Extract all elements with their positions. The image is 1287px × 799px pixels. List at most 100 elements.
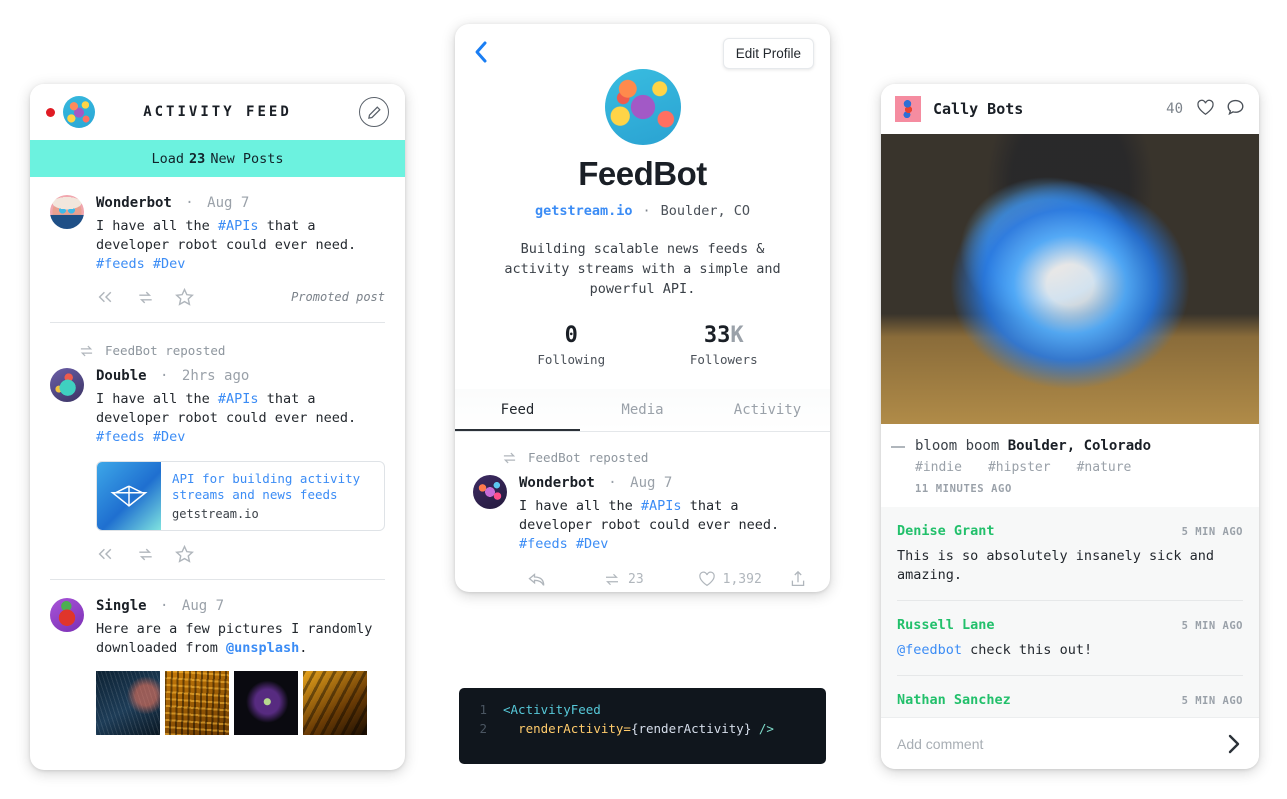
code-content: renderActivity={renderActivity} /> <box>503 719 774 738</box>
list-item[interactable]: Wonderbot · Aug 7 I have all the #APIs t… <box>30 177 405 310</box>
repost-banner: FeedBot reposted <box>78 343 385 358</box>
hashtag[interactable]: #APIs <box>641 498 682 514</box>
caption-location: Boulder, Colorado <box>1007 438 1152 454</box>
hashtag[interactable]: #Dev <box>153 429 186 445</box>
hashtag[interactable]: #feeds <box>519 536 568 552</box>
hashtag[interactable]: #APIs <box>218 391 259 407</box>
like-count: 1,392 <box>722 571 762 587</box>
hashtag[interactable]: #indie <box>915 460 962 475</box>
profile-stats: 0 Following 33K Followers <box>455 323 830 367</box>
hashtag[interactable]: #hipster <box>988 460 1051 475</box>
share-button[interactable] <box>790 570 806 588</box>
send-comment-button[interactable] <box>1225 732 1243 756</box>
hashtag[interactable]: #feeds <box>96 256 145 272</box>
repost-icon <box>139 291 152 303</box>
avatar[interactable] <box>473 475 507 509</box>
hashtag[interactable]: #APIs <box>218 218 259 234</box>
post-time: Aug 7 <box>207 195 250 211</box>
profile-bio: Building scalable news feeds & activity … <box>504 241 781 297</box>
hashtag[interactable]: #feeds <box>96 429 145 445</box>
post-text: I have all the #APIs that a developer ro… <box>96 217 385 274</box>
post-text-part: I have all the <box>519 498 641 514</box>
compose-button[interactable] <box>359 97 389 127</box>
comment-time: 5 MIN AGO <box>1181 620 1243 632</box>
profile-location: Boulder, CO <box>660 203 751 219</box>
edit-profile-button[interactable]: Edit Profile <box>722 38 814 69</box>
list-item[interactable]: FeedBot reposted Double · 2hrs ago I hav… <box>30 323 405 567</box>
avatar[interactable] <box>50 195 84 229</box>
link-preview-card[interactable]: API for building activity streams and ne… <box>96 461 385 531</box>
photo-thumbnail[interactable] <box>234 671 298 735</box>
photo-image[interactable] <box>881 134 1259 424</box>
tab-activity[interactable]: Activity <box>705 389 830 431</box>
tab-feed[interactable]: Feed <box>455 389 580 431</box>
profile-subtitle: getstream.io · Boulder, CO <box>455 203 830 219</box>
mention[interactable]: @feedbot <box>897 642 962 658</box>
reply-button[interactable] <box>527 571 547 588</box>
new-post-count: 23 <box>189 150 206 167</box>
link-thumbnail <box>97 462 161 530</box>
post-text: I have all the #APIs that a developer ro… <box>96 390 385 447</box>
photo-thumbnail[interactable] <box>303 671 367 735</box>
favorite-button[interactable] <box>175 288 194 306</box>
stat-following[interactable]: 0 Following <box>455 323 648 367</box>
mention[interactable]: @unsplash <box>226 640 299 656</box>
star-icon <box>175 288 194 306</box>
avatar[interactable] <box>50 598 84 632</box>
repost-icon <box>606 573 618 585</box>
like-button[interactable] <box>1196 99 1215 120</box>
code-line: 1 <ActivityFeed <box>459 700 826 719</box>
star-icon <box>175 545 194 563</box>
comment-list[interactable]: Denise Grant 5 MIN AGO This is so absolu… <box>881 507 1259 737</box>
repost-button[interactable] <box>136 289 155 306</box>
caption-plain: bloom boom <box>915 438 1008 454</box>
profile-feed: FeedBot reposted Wonderbot · Aug 7 I hav… <box>455 432 830 588</box>
photo-header: Cally Bots 40 <box>881 84 1259 134</box>
avatar[interactable] <box>63 96 95 128</box>
line-number: 2 <box>479 721 487 736</box>
photo-thumbnail[interactable] <box>165 671 229 735</box>
line-number: 1 <box>479 702 487 717</box>
screenshot-root: ACTIVITY FEED Load 23 New Posts Wonderbo… <box>0 0 1287 799</box>
reply-arrow-icon <box>528 572 545 586</box>
hashtag[interactable]: #nature <box>1077 460 1132 475</box>
photo-thumbnail[interactable] <box>96 671 160 735</box>
comment-author[interactable]: Russell Lane <box>897 617 995 633</box>
reply-button[interactable] <box>96 546 116 562</box>
comment-button[interactable] <box>1226 98 1245 120</box>
avatar[interactable] <box>895 96 921 122</box>
repost-label: FeedBot reposted <box>528 450 649 465</box>
post-actions: 23 1,392 <box>519 570 812 588</box>
profile-website-link[interactable]: getstream.io <box>535 203 633 219</box>
post-actions <box>96 545 385 563</box>
followers-label: Followers <box>689 352 758 367</box>
unread-dot-icon <box>46 107 55 117</box>
profile-avatar[interactable] <box>604 69 681 145</box>
tab-media[interactable]: Media <box>580 389 705 431</box>
avatar[interactable] <box>50 368 84 402</box>
favorite-button[interactable] <box>175 545 194 563</box>
stat-followers[interactable]: 33K Followers <box>648 323 831 367</box>
comment-author[interactable]: Denise Grant <box>897 523 995 539</box>
repost-icon <box>139 548 152 560</box>
load-new-posts-button[interactable]: Load 23 New Posts <box>30 140 405 177</box>
post-author: Wonderbot <box>96 195 172 211</box>
back-button[interactable] <box>471 38 491 66</box>
post-author: Double <box>96 368 147 384</box>
add-comment-bar <box>881 717 1259 769</box>
hashtag[interactable]: #Dev <box>576 536 609 552</box>
comment-text: This is so absolutely insanely sick and … <box>897 548 1214 583</box>
feed-list[interactable]: Wonderbot · Aug 7 I have all the #APIs t… <box>30 177 405 770</box>
link-title[interactable]: API for building activity streams and ne… <box>172 471 373 503</box>
comment-author[interactable]: Nathan Sanchez <box>897 692 1011 708</box>
repost-button[interactable] <box>136 546 155 563</box>
like-button[interactable]: 1,392 <box>698 571 762 587</box>
post-text: I have all the #APIs that a developer ro… <box>519 497 812 554</box>
following-label: Following <box>537 352 606 367</box>
repost-button[interactable]: 23 <box>603 572 644 587</box>
comment-input[interactable] <box>897 735 1225 752</box>
post-meta: Double · 2hrs ago <box>96 368 385 384</box>
hashtag[interactable]: #Dev <box>153 256 186 272</box>
reply-button[interactable] <box>96 289 116 305</box>
list-item[interactable]: Single · Aug 7 Here are a few pictures I… <box>30 580 405 739</box>
